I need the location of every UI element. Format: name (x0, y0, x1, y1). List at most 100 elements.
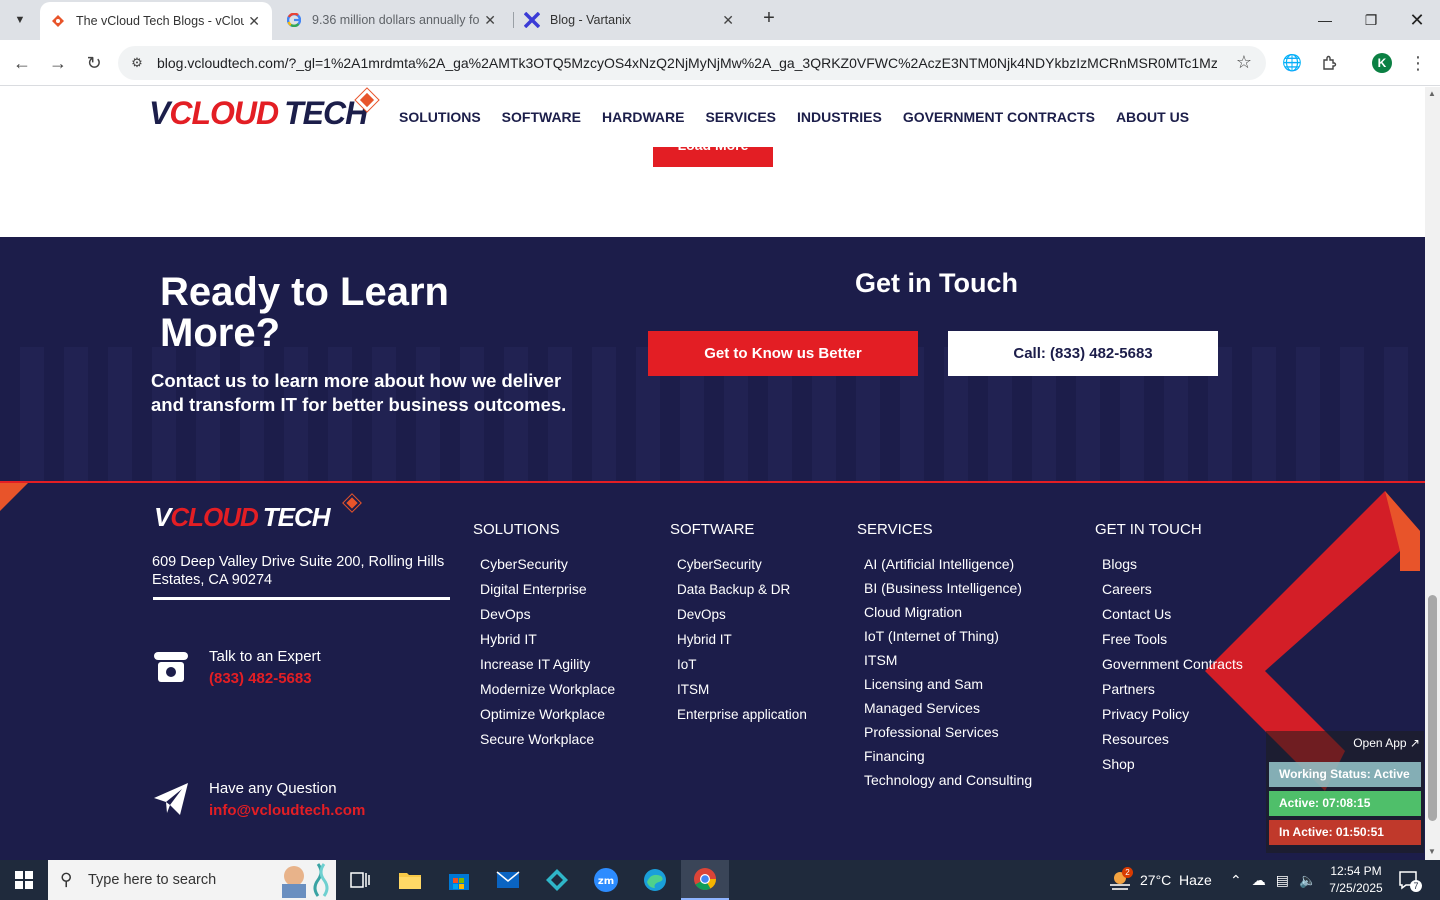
footer-col-title: SERVICES (857, 521, 933, 538)
onedrive-icon[interactable]: ☁ (1252, 872, 1266, 889)
footer-link[interactable]: Licensing and Sam (864, 672, 1032, 696)
taskbar-clock[interactable]: 12:54 PM 7/25/2025 (1326, 863, 1386, 897)
site-footer: VCLOUD TECH 609 Deep Valley Drive Suite 2… (0, 481, 1425, 860)
footer-link[interactable]: ITSM (864, 648, 1032, 672)
volume-icon[interactable]: 🔈 (1299, 872, 1316, 889)
tab-vartanix-blog[interactable]: Blog - Vartanix ✕ (514, 0, 746, 40)
footer-link[interactable]: Privacy Policy (1102, 702, 1243, 727)
footer-link[interactable]: Enterprise application (677, 702, 807, 727)
scroll-up-arrow-icon[interactable]: ▲ (1428, 89, 1436, 98)
footer-link[interactable]: CyberSecurity (677, 552, 807, 577)
reload-button[interactable]: ↻ (82, 51, 106, 75)
page-scrollbar[interactable]: ▲ ▼ (1425, 87, 1440, 860)
task-view-button[interactable] (336, 860, 384, 900)
nav-software[interactable]: SOFTWARE (502, 109, 581, 125)
mail-icon[interactable] (484, 860, 532, 900)
open-app-link[interactable]: Open App ↗ (1353, 736, 1420, 750)
menu-kebab-icon[interactable]: ⋮ (1406, 51, 1430, 75)
svg-text:zm: zm (598, 876, 614, 887)
footer-link[interactable]: AI (Artificial Intelligence) (864, 552, 1032, 576)
footer-link[interactable]: IoT (Internet of Thing) (864, 624, 1032, 648)
footer-link[interactable]: CyberSecurity (480, 552, 615, 577)
footer-link[interactable]: Cloud Migration (864, 600, 1032, 624)
nav-government-contracts[interactable]: GOVERNMENT CONTRACTS (903, 109, 1095, 125)
close-tab-icon[interactable]: ✕ (484, 12, 496, 29)
telephone-icon (152, 648, 190, 686)
call-button[interactable]: Call: (833) 482-5683 (948, 331, 1218, 376)
vcloud-logo[interactable]: VCLOUD TECH (149, 95, 368, 132)
footer-link[interactable]: Shop (1102, 752, 1243, 777)
footer-link[interactable]: IoT (677, 652, 807, 677)
tab-search-button[interactable]: ▼ (8, 8, 32, 32)
footer-link[interactable]: DevOps (480, 602, 615, 627)
google-favicon-icon (286, 12, 302, 28)
cta-text: Contact us to learn more about how we de… (151, 370, 567, 415)
weather-widget[interactable]: 2 27°C Haze (1108, 860, 1212, 900)
new-tab-button[interactable]: + (758, 8, 780, 30)
footer-link[interactable]: Partners (1102, 677, 1243, 702)
nav-solutions[interactable]: SOLUTIONS (399, 109, 481, 125)
footer-link[interactable]: Professional Services (864, 720, 1032, 744)
network-icon[interactable]: ▤ (1276, 872, 1289, 889)
footer-link[interactable]: Government Contracts (1102, 652, 1243, 677)
extensions-icon[interactable] (1317, 51, 1341, 75)
show-hidden-icons-icon[interactable]: ⌃ (1230, 872, 1242, 889)
site-settings-icon[interactable]: ⚙ (128, 54, 146, 72)
footer-link[interactable]: Hybrid IT (677, 627, 807, 652)
footer-link[interactable]: Technology and Consulting (864, 768, 1032, 792)
bookmark-star-icon[interactable]: ☆ (1236, 52, 1252, 73)
notification-center-icon[interactable]: 7 (1396, 860, 1422, 900)
microsoft-store-icon[interactable] (435, 860, 483, 900)
expert-phone-link[interactable]: (833) 482-5683 (209, 670, 312, 687)
clock-time: 12:54 PM (1330, 864, 1382, 878)
kodi-app-icon[interactable] (533, 860, 581, 900)
zoom-app-icon[interactable]: zm (582, 860, 630, 900)
address-bar[interactable]: ⚙ blog.vcloudtech.com/?_gl=1%2A1mrdmta%2… (118, 46, 1266, 80)
taskbar-search[interactable]: ⚲ Type here to search (48, 860, 336, 900)
footer-link[interactable]: Digital Enterprise (480, 577, 615, 602)
footer-link[interactable]: BI (Business Intelligence) (864, 576, 1032, 600)
forward-button[interactable]: → (46, 51, 70, 75)
footer-link[interactable]: Free Tools (1102, 627, 1243, 652)
footer-link[interactable]: Managed Services (864, 696, 1032, 720)
file-explorer-icon[interactable] (386, 860, 434, 900)
footer-link[interactable]: Modernize Workplace (480, 677, 615, 702)
nav-services[interactable]: SERVICES (705, 109, 776, 125)
close-window-button[interactable]: ✕ (1394, 0, 1440, 40)
footer-link[interactable]: DevOps (677, 602, 807, 627)
footer-link[interactable]: Increase IT Agility (480, 652, 615, 677)
start-button[interactable] (0, 860, 48, 900)
footer-link[interactable]: Careers (1102, 577, 1243, 602)
nav-about-us[interactable]: ABOUT US (1116, 109, 1189, 125)
expert-label: Talk to an Expert (209, 648, 321, 665)
profile-avatar[interactable]: K (1372, 53, 1392, 73)
footer-link[interactable]: Data Backup & DR (677, 577, 807, 602)
tab-google-search[interactable]: 9.36 million dollars annually for ✕ (276, 0, 508, 40)
weather-badge: 2 (1122, 867, 1133, 878)
chrome-browser-icon[interactable] (681, 860, 729, 900)
close-tab-icon[interactable]: ✕ (722, 12, 734, 29)
email-link[interactable]: info@vcloudtech.com (209, 802, 365, 819)
back-button[interactable]: ← (10, 51, 34, 75)
footer-logo[interactable]: VCLOUD TECH (154, 502, 331, 533)
restore-button[interactable]: ❐ (1348, 0, 1394, 40)
footer-link[interactable]: Optimize Workplace (480, 702, 615, 727)
get-to-know-us-button[interactable]: Get to Know us Better (648, 331, 918, 376)
scrollbar-thumb[interactable] (1428, 595, 1437, 821)
footer-link[interactable]: Contact Us (1102, 602, 1243, 627)
footer-link[interactable]: Resources (1102, 727, 1243, 752)
tab-vcloud-blogs[interactable]: The vCloud Tech Blogs - vCloud ✕ (40, 2, 272, 40)
footer-link[interactable]: ITSM (677, 677, 807, 702)
minimize-button[interactable]: — (1302, 0, 1348, 40)
footer-link[interactable]: Hybrid IT (480, 627, 615, 652)
nav-industries[interactable]: INDUSTRIES (797, 109, 882, 125)
url-text[interactable]: blog.vcloudtech.com/?_gl=1%2A1mrdmta%2A_… (157, 55, 1217, 71)
translate-icon[interactable]: 🌐 (1280, 51, 1304, 75)
scroll-down-arrow-icon[interactable]: ▼ (1428, 847, 1436, 856)
nav-hardware[interactable]: HARDWARE (602, 109, 684, 125)
edge-browser-icon[interactable] (631, 860, 679, 900)
footer-link[interactable]: Secure Workplace (480, 727, 615, 752)
close-tab-icon[interactable]: ✕ (248, 13, 260, 30)
footer-link[interactable]: Blogs (1102, 552, 1243, 577)
footer-link[interactable]: Financing (864, 744, 1032, 768)
